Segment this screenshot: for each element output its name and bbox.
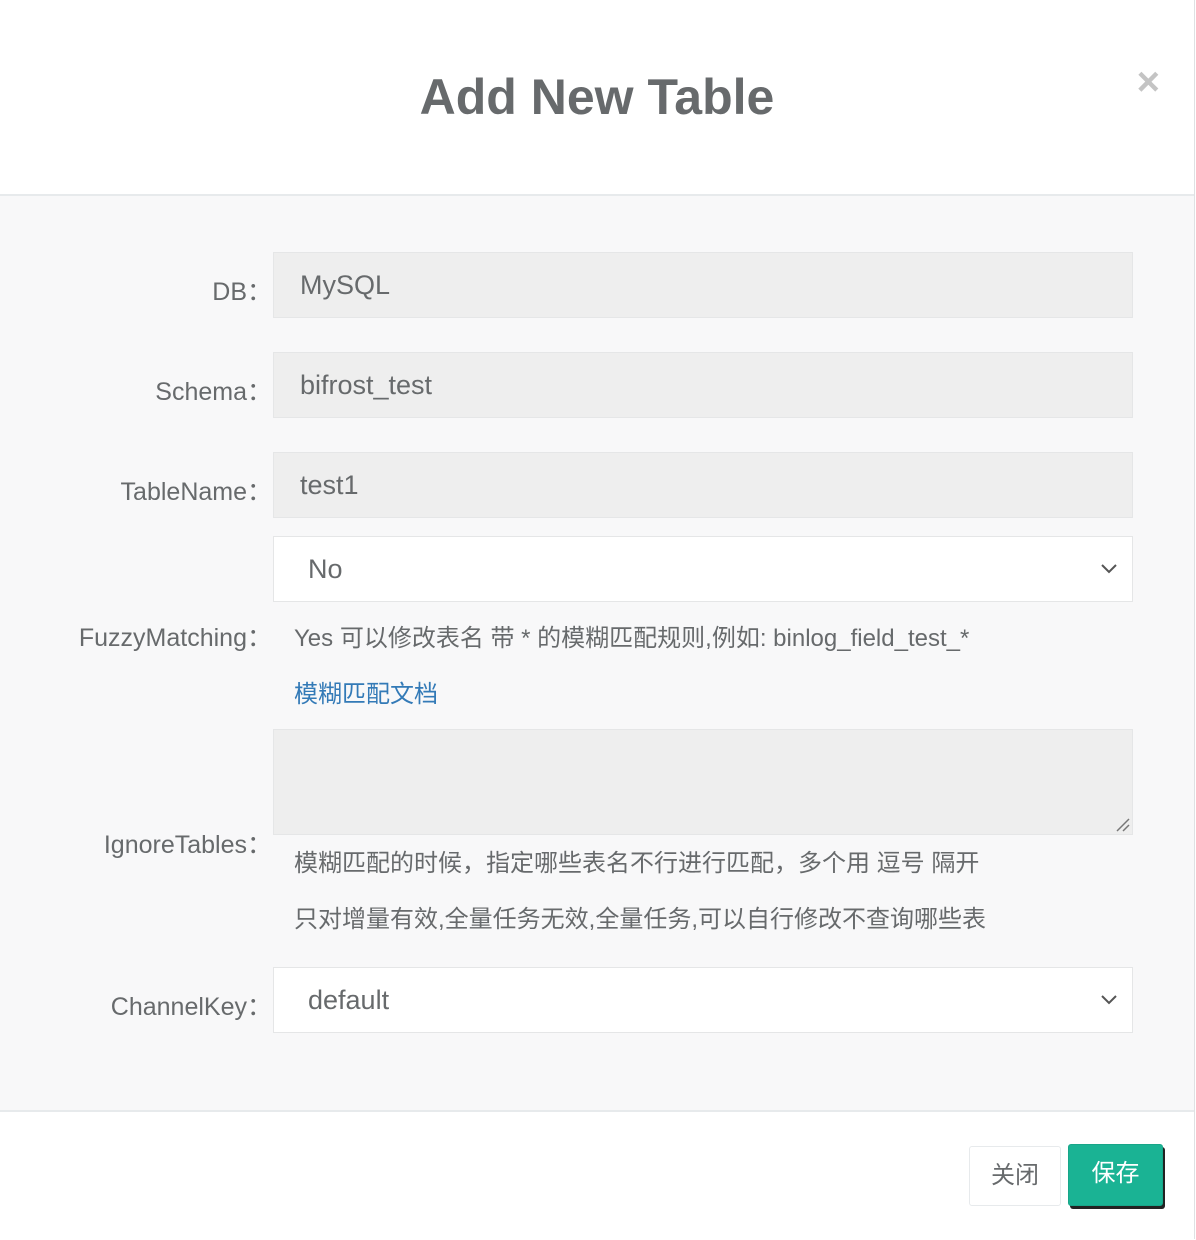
channel-key-value: default <box>308 985 390 1015</box>
ignore-tables-textarea[interactable] <box>273 729 1133 835</box>
fuzzy-matching-value: No <box>308 554 343 584</box>
ignore-tables-help-line2: 只对增量有效,全量任务无效,全量任务,可以自行修改不查询哪些表 <box>294 906 987 933</box>
chevron-down-icon <box>1101 564 1117 574</box>
resize-grip-icon[interactable] <box>1114 816 1130 832</box>
dialog-footer: 关闭 保存 <box>0 1110 1194 1240</box>
fuzzy-matching-label: FuzzyMatching： <box>78 624 272 652</box>
fuzzy-matching-doc-link[interactable]: 模糊匹配文档 <box>294 674 438 709</box>
schema-field[interactable]: bifrost_test <box>273 352 1133 418</box>
fuzzy-matching-help: Yes 可以修改表名 带 * 的模糊匹配规则,例如: binlog_field_… <box>294 625 970 652</box>
add-table-dialog: Add New Table × DB： MySQL Schema： bifros… <box>0 0 1195 1240</box>
save-button[interactable]: 保存 <box>1068 1144 1163 1206</box>
table-name-field[interactable]: test1 <box>273 452 1133 518</box>
dialog-title: Add New Table <box>419 69 775 125</box>
chevron-down-icon <box>1101 995 1117 1005</box>
dialog-header: Add New Table × <box>0 0 1194 196</box>
ignore-tables-help-line1: 模糊匹配的时候，指定哪些表名不行进行匹配，多个用 逗号 隔开 <box>294 850 980 877</box>
schema-label: Schema： <box>155 378 272 406</box>
close-icon[interactable]: × <box>1137 62 1160 102</box>
channel-key-select[interactable]: default <box>273 967 1133 1033</box>
db-field[interactable]: MySQL <box>273 252 1133 318</box>
ignore-tables-label: IgnoreTables： <box>103 831 272 859</box>
channel-key-label: ChannelKey： <box>110 993 272 1021</box>
db-label: DB： <box>212 278 272 306</box>
table-name-label: TableName： <box>120 478 272 506</box>
dialog-body: DB： MySQL Schema： bifrost_test TableName… <box>0 196 1194 1110</box>
close-button[interactable]: 关闭 <box>969 1146 1061 1206</box>
fuzzy-matching-select[interactable]: No <box>273 536 1133 602</box>
